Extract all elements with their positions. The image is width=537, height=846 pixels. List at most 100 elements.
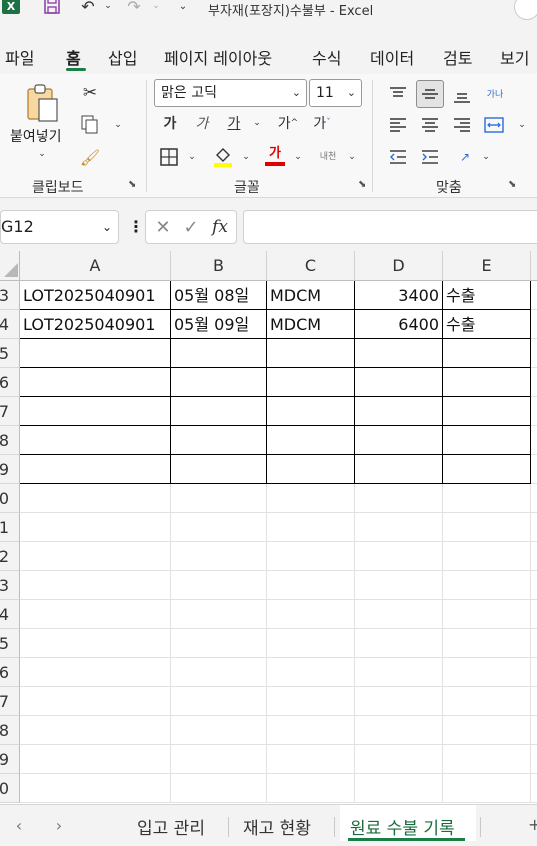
table-cell[interactable]: MDCM — [267, 281, 355, 310]
table-cell[interactable] — [355, 339, 443, 368]
underline-button[interactable]: 가 — [224, 112, 244, 134]
table-cell[interactable] — [20, 658, 171, 687]
align-center-icon[interactable] — [418, 114, 442, 136]
table-cell[interactable] — [20, 513, 171, 542]
table-cell[interactable] — [20, 368, 171, 397]
table-cell[interactable] — [443, 513, 531, 542]
table-cell[interactable] — [355, 658, 443, 687]
table-cell[interactable] — [443, 658, 531, 687]
table-cell[interactable] — [531, 368, 537, 397]
insert-function-button[interactable]: fx — [208, 215, 232, 239]
table-cell[interactable]: 05월 08일 — [171, 281, 267, 310]
table-cell[interactable] — [355, 745, 443, 774]
table-cell[interactable] — [531, 716, 537, 745]
row-header[interactable]: 1 — [0, 513, 20, 542]
table-cell[interactable] — [171, 542, 267, 571]
table-cell[interactable] — [20, 542, 171, 571]
row-header[interactable]: 8 — [0, 716, 20, 745]
grow-font-button[interactable]: 가 ^ — [276, 112, 300, 134]
enter-icon[interactable]: ✓ — [180, 215, 202, 239]
tab-data[interactable]: 데이터 — [370, 45, 414, 69]
row-header[interactable]: 6 — [0, 368, 20, 397]
phonetic-button[interactable]: 내천 — [314, 144, 342, 166]
table-cell[interactable] — [20, 716, 171, 745]
table-cell[interactable] — [20, 687, 171, 716]
table-cell[interactable] — [20, 397, 171, 426]
table-cell[interactable] — [531, 542, 537, 571]
font-size-combo[interactable]: 11 ⌄ — [309, 79, 362, 107]
font-color-button[interactable]: 가 — [264, 144, 286, 168]
table-cell[interactable]: LOT2025040901 — [20, 310, 171, 339]
row-header[interactable]: 6 — [0, 658, 20, 687]
tab-formulas[interactable]: 수식 — [312, 45, 341, 69]
table-cell[interactable] — [171, 600, 267, 629]
table-cell[interactable] — [531, 339, 537, 368]
column-header-f[interactable] — [531, 251, 537, 281]
copy-dropdown-icon[interactable]: ⌄ — [112, 118, 124, 132]
more-options-icon[interactable]: ⋮ — [128, 217, 144, 236]
table-cell[interactable] — [267, 774, 355, 803]
table-cell[interactable] — [20, 629, 171, 658]
redo-dropdown-icon[interactable]: ⌄ — [150, 0, 162, 14]
tab-insert[interactable]: 삽입 — [108, 45, 137, 69]
font-name-combo[interactable]: 맑은 고딕 ⌄ — [154, 79, 307, 107]
row-header[interactable]: 4 — [0, 310, 20, 339]
table-cell[interactable] — [531, 629, 537, 658]
table-cell[interactable] — [355, 455, 443, 484]
table-cell[interactable] — [531, 426, 537, 455]
paste-icon[interactable] — [24, 82, 62, 126]
column-header-a[interactable]: A — [20, 251, 171, 281]
column-header-b[interactable]: B — [171, 251, 267, 281]
row-header[interactable]: 7 — [0, 397, 20, 426]
tab-review[interactable]: 검토 — [443, 45, 472, 69]
table-cell[interactable] — [267, 600, 355, 629]
font-launcher-icon[interactable]: ⬊ — [358, 179, 368, 190]
tab-file[interactable]: 파일 — [5, 45, 34, 69]
sheet-tab-inbound[interactable]: 입고 관리 — [137, 814, 205, 839]
table-cell[interactable] — [355, 426, 443, 455]
chevron-down-icon[interactable]: ⌄ — [102, 211, 112, 243]
table-cell[interactable] — [443, 542, 531, 571]
table-cell[interactable] — [443, 339, 531, 368]
add-sheet-icon[interactable]: + — [528, 815, 537, 834]
format-painter-icon[interactable]: 🖌 — [80, 146, 100, 168]
table-cell[interactable] — [531, 600, 537, 629]
orientation-icon[interactable]: ↗ — [452, 146, 478, 168]
tab-view[interactable]: 보기 — [500, 45, 529, 69]
table-cell[interactable] — [171, 658, 267, 687]
redo-icon[interactable]: ↷ — [124, 0, 144, 16]
table-cell[interactable] — [531, 484, 537, 513]
table-cell[interactable] — [355, 397, 443, 426]
table-cell[interactable] — [443, 368, 531, 397]
table-cell[interactable] — [443, 629, 531, 658]
row-header[interactable]: 5 — [0, 629, 20, 658]
table-cell[interactable] — [171, 397, 267, 426]
save-icon[interactable] — [42, 0, 62, 15]
table-cell[interactable] — [171, 571, 267, 600]
row-header[interactable]: 3 — [0, 571, 20, 600]
paste-button-label[interactable]: 붙여넣기 — [10, 126, 62, 146]
sheet-tab-inventory[interactable]: 재고 현황 — [243, 814, 311, 839]
table-cell[interactable] — [171, 426, 267, 455]
undo-dropdown-icon[interactable]: ⌄ — [102, 0, 114, 14]
undo-icon[interactable]: ↶ — [78, 0, 98, 16]
row-header[interactable]: 3 — [0, 281, 20, 310]
table-cell[interactable]: 수출 — [443, 310, 531, 339]
increase-indent-icon[interactable] — [418, 146, 442, 168]
table-cell[interactable] — [20, 600, 171, 629]
sheet-tab-material-log[interactable]: 원료 수불 기록 — [350, 814, 455, 839]
row-header[interactable]: 0 — [0, 484, 20, 513]
table-cell[interactable] — [267, 542, 355, 571]
border-icon[interactable] — [158, 146, 180, 168]
decrease-indent-icon[interactable] — [386, 146, 410, 168]
table-cell[interactable] — [531, 397, 537, 426]
table-cell[interactable] — [443, 774, 531, 803]
merge-dropdown-icon[interactable]: ⌄ — [516, 118, 528, 132]
orientation-dropdown-icon[interactable]: ⌄ — [480, 150, 492, 164]
clipboard-launcher-icon[interactable]: ⬊ — [128, 179, 138, 190]
table-cell[interactable] — [531, 571, 537, 600]
table-cell[interactable]: 3400 — [355, 281, 443, 310]
table-cell[interactable] — [355, 774, 443, 803]
table-cell[interactable] — [531, 455, 537, 484]
table-cell[interactable] — [267, 339, 355, 368]
